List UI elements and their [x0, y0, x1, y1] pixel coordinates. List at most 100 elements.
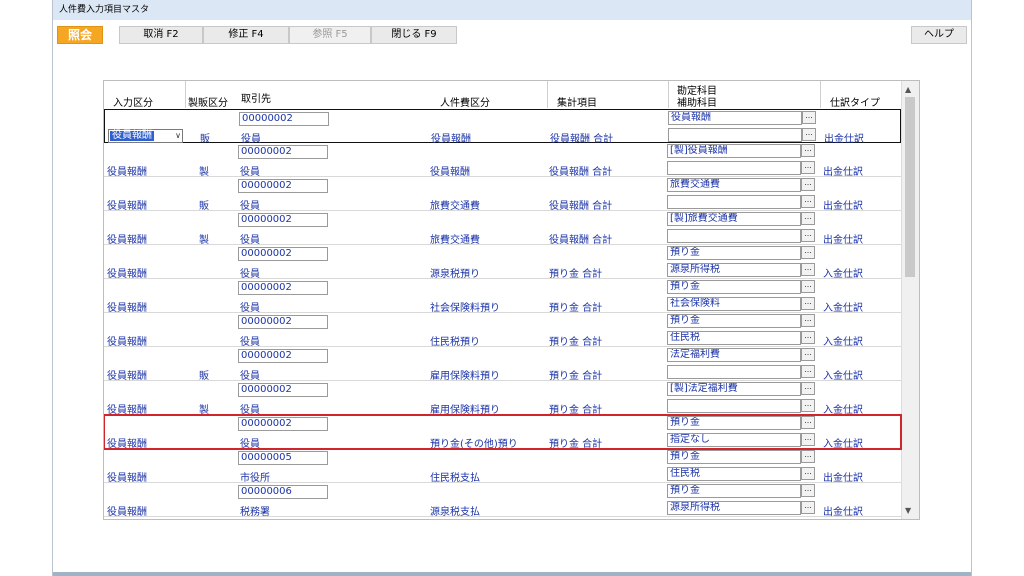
partner-code-field[interactable]: 00000002 — [238, 349, 328, 363]
account-lookup-button[interactable]: ... — [801, 212, 815, 225]
partner-code-field[interactable]: 00000002 — [238, 281, 328, 295]
table-row[interactable]: 役員報酬 00000002 役員 源泉税預り 預り金 合計 預り金... 源泉所得税... 入… — [104, 245, 901, 280]
account-title-field[interactable]: [製]役員報酬 — [667, 144, 801, 158]
sub-account-field[interactable]: 住民税 — [667, 331, 801, 345]
cancel-button[interactable]: 取消 F2 — [119, 26, 203, 44]
partner-code-field[interactable]: 00000005 — [238, 451, 328, 465]
cell-partner-name: 役員 — [240, 201, 260, 212]
sub-account-lookup-button[interactable]: ... — [801, 263, 815, 276]
cell-personnel-category: 旅費交通費 — [430, 235, 480, 246]
partner-code-field[interactable]: 00000002 — [238, 383, 328, 397]
sub-account-field[interactable] — [667, 365, 801, 379]
table-row[interactable]: 役員報酬 製 00000002 役員 雇用保険料預り 預り金 合計 [製]法定福利費....… — [104, 381, 901, 416]
partner-code-field[interactable]: 00000002 — [238, 179, 328, 193]
cell-partner-name: 役員 — [240, 405, 260, 416]
account-lookup-button[interactable]: ... — [801, 348, 815, 361]
table-row[interactable]: 役員報酬 00000006 税務署 源泉税支払 預り金... 源泉所得税... 出金仕訳 — [104, 483, 901, 518]
sub-account-field[interactable] — [668, 128, 802, 142]
account-title-field[interactable]: 預り金 — [667, 314, 801, 328]
sub-account-field[interactable] — [667, 195, 801, 209]
account-title-field[interactable]: 旅費交通費 — [667, 178, 801, 192]
close-button[interactable]: 閉じる F9 — [371, 26, 457, 44]
table-row[interactable]: 役員報酬 00000005 市役所 住民税支払 預り金... 住民税... 出金仕訳 — [104, 449, 901, 484]
partner-code-field[interactable]: 00000002 — [238, 417, 328, 431]
sub-account-field[interactable] — [667, 161, 801, 175]
cell-journal-type: 出金仕訳 — [823, 167, 863, 178]
account-lookup-button[interactable]: ... — [802, 111, 816, 124]
scrollbar-thumb[interactable] — [905, 97, 915, 277]
toolbar: 照会 取消 F2 修正 F4 参照 F5 閉じる F9 ヘルプ — [53, 20, 971, 48]
account-lookup-button[interactable]: ... — [801, 280, 815, 293]
account-title-field[interactable]: 預り金 — [667, 246, 801, 260]
table-row[interactable]: 役員報酬販 00000002 役員 旅費交通費 役員報酬 合計 旅費交通費...... 出金… — [104, 177, 901, 212]
sub-account-field[interactable]: 社会保険料 — [667, 297, 801, 311]
vertical-scrollbar[interactable]: ▲ ▼ — [901, 81, 919, 519]
account-lookup-button[interactable]: ... — [801, 450, 815, 463]
sub-account-field[interactable]: 源泉所得税 — [667, 263, 801, 277]
sub-account-lookup-button[interactable]: ... — [801, 161, 815, 174]
table-row[interactable]: 役員報酬 製 00000002 役員 旅費交通費 役員報酬 合計 [製]旅費交通費.....… — [104, 211, 901, 246]
cell-input-category: 役員報酬 — [107, 507, 147, 518]
sub-account-lookup-button[interactable]: ... — [801, 297, 815, 310]
account-lookup-button[interactable]: ... — [801, 246, 815, 259]
account-lookup-button[interactable]: ... — [801, 416, 815, 429]
sub-account-field[interactable] — [667, 229, 801, 243]
sub-account-lookup-button[interactable]: ... — [801, 399, 815, 412]
table-row[interactable]: 役員報酬 00000002 役員 住民税預り 預り金 合計 預り金... 住民税... 入金仕… — [104, 313, 901, 348]
account-title-field[interactable]: [製]法定福利費 — [667, 382, 801, 396]
sub-account-lookup-button[interactable]: ... — [801, 433, 815, 446]
sub-account-lookup-button[interactable]: ... — [801, 331, 815, 344]
input-category-select[interactable]: 役員報酬 ∨ — [108, 129, 183, 143]
window-title: 人件費入力項目マスタ — [53, 0, 971, 20]
account-title-field[interactable]: 法定福利費 — [667, 348, 801, 362]
cell-input-category: 役員報酬 — [107, 371, 147, 382]
account-lookup-button[interactable]: ... — [801, 178, 815, 191]
sub-account-field[interactable]: 指定なし — [667, 433, 801, 447]
cell-aggregation-item: 預り金 合計 — [549, 337, 603, 348]
cell-input-category: 役員報酬 — [107, 167, 147, 178]
partner-code-field[interactable]: 00000002 — [238, 247, 328, 261]
partner-code-field[interactable]: 00000002 — [238, 315, 328, 329]
partner-code-field[interactable]: 00000002 — [238, 213, 328, 227]
cell-journal-type: 出金仕訳 — [823, 473, 863, 484]
cell-journal-type: 入金仕訳 — [823, 303, 863, 314]
account-title-field[interactable]: 預り金 — [667, 484, 801, 498]
sub-account-field[interactable] — [667, 399, 801, 413]
header-partner: 取引先 — [241, 94, 271, 105]
table-row[interactable]: 役員報酬 00000002 役員 預り金(その他)預り 預り金 合計 預り金... 指定なし… — [104, 414, 902, 450]
cell-personnel-category: 源泉税預り — [430, 269, 480, 280]
account-title-field[interactable]: [製]旅費交通費 — [667, 212, 801, 226]
edit-button[interactable]: 修正 F4 — [203, 26, 289, 44]
account-lookup-button[interactable]: ... — [801, 144, 815, 157]
scroll-down-arrow-icon[interactable]: ▼ — [905, 506, 911, 515]
sub-account-field[interactable]: 源泉所得税 — [667, 501, 801, 515]
account-title-field[interactable]: 役員報酬 — [668, 111, 802, 125]
grid-header: 入力区分 製販区分 取引先 人件費区分 集計項目 勘定科目 補助科目 仕訳タイプ — [104, 81, 901, 110]
table-row[interactable]: 役員報酬 製 00000002 役員 役員報酬 役員報酬 合計 [製]役員報酬...... 出… — [104, 143, 901, 178]
sub-account-lookup-button[interactable]: ... — [802, 128, 816, 141]
sub-account-lookup-button[interactable]: ... — [801, 467, 815, 480]
help-button[interactable]: ヘルプ — [911, 26, 967, 44]
account-title-field[interactable]: 預り金 — [667, 450, 801, 464]
account-lookup-button[interactable]: ... — [801, 382, 815, 395]
sub-account-lookup-button[interactable]: ... — [801, 229, 815, 242]
table-row[interactable]: 役員報酬 販 00000002 役員 雇用保険料預り 預り金 合計 法定福利費...... 入… — [104, 347, 901, 382]
partner-code-field[interactable]: 00000006 — [238, 485, 328, 499]
account-lookup-button[interactable]: ... — [801, 314, 815, 327]
account-lookup-button[interactable]: ... — [801, 484, 815, 497]
scroll-up-arrow-icon[interactable]: ▲ — [905, 85, 911, 94]
table-row[interactable]: 役員報酬 00000002 役員 社会保険料預り 預り金 合計 預り金... 社会保険料..… — [104, 279, 901, 314]
sub-account-field[interactable]: 住民税 — [667, 467, 801, 481]
cell-partner-name: 役員 — [240, 235, 260, 246]
partner-code-field[interactable]: 00000002 — [239, 112, 329, 126]
cell-journal-type: 出金仕訳 — [823, 235, 863, 246]
cell-personnel-category: 役員報酬 — [430, 167, 470, 178]
sub-account-lookup-button[interactable]: ... — [801, 501, 815, 514]
sub-account-lookup-button[interactable]: ... — [801, 365, 815, 378]
table-row[interactable]: 役員報酬 ∨ 販 00000002 役員 役員報酬 役員報酬 合計 役員報酬...... 出金仕… — [104, 109, 901, 145]
account-title-field[interactable]: 預り金 — [667, 416, 801, 430]
sub-account-lookup-button[interactable]: ... — [801, 195, 815, 208]
partner-code-field[interactable]: 00000002 — [238, 145, 328, 159]
chevron-down-icon[interactable]: ∨ — [175, 130, 181, 142]
account-title-field[interactable]: 預り金 — [667, 280, 801, 294]
